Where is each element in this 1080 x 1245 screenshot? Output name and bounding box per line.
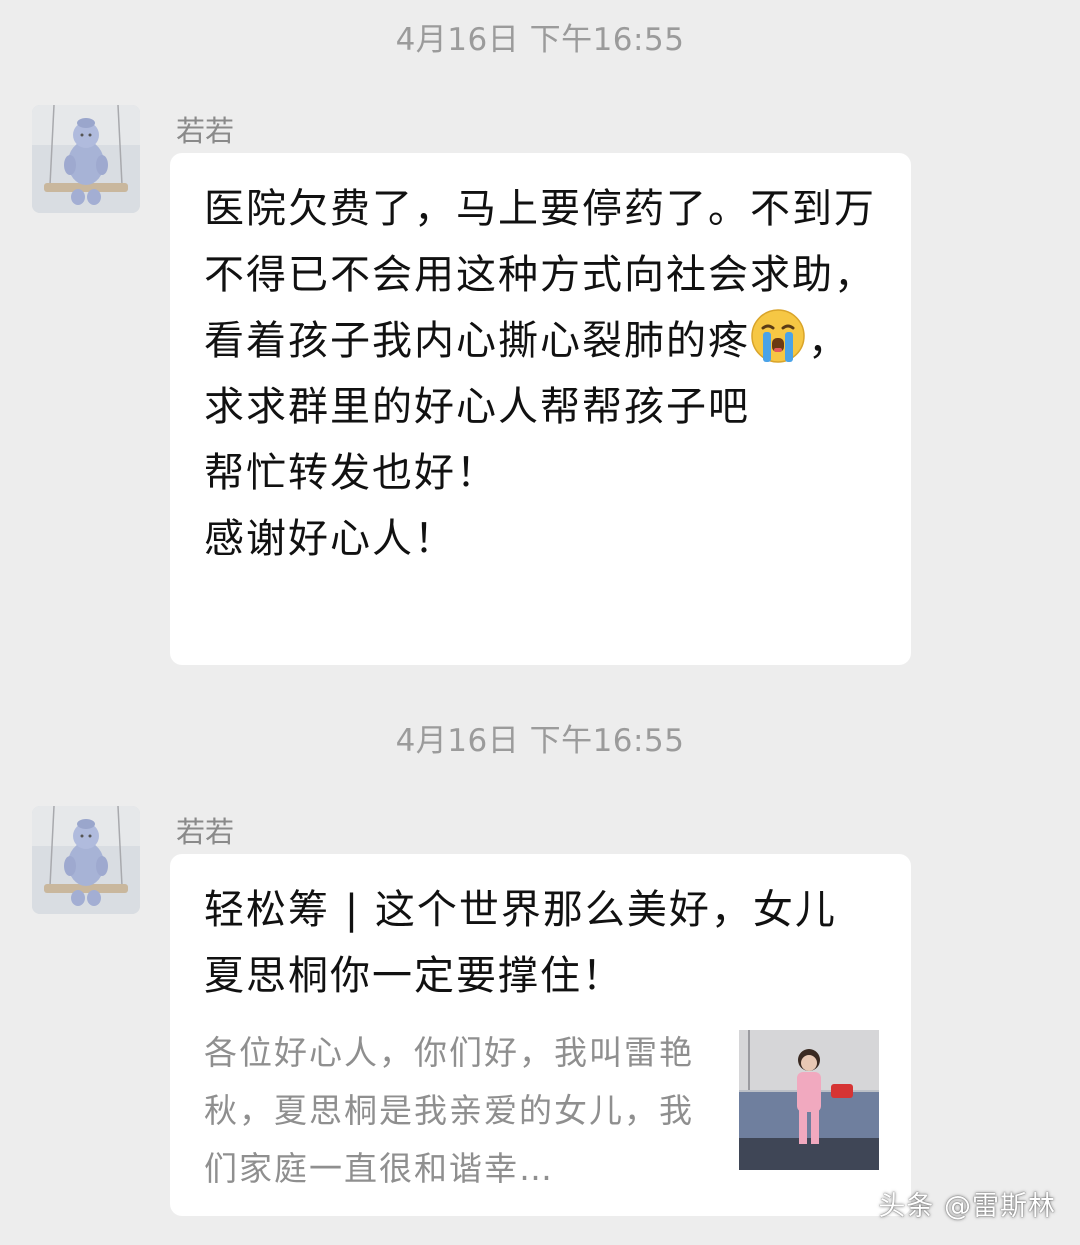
message-bubble[interactable]: 医院欠费了，马上要停药了。不到万不得已不会用这种方式向社会求助，看着孩子我内心撕… — [170, 153, 911, 665]
avatar-image — [32, 806, 140, 914]
link-card[interactable]: 轻松筹 | 这个世界那么美好，女儿夏思桐你一定要撑住！ 各位好心人，你们好，我叫… — [170, 854, 911, 1216]
sender-name: 若若 — [176, 815, 235, 849]
avatar-image — [32, 105, 140, 213]
avatar[interactable] — [32, 806, 140, 914]
timestamp: 4月16日 下午16:55 — [395, 723, 685, 759]
link-card-description: 各位好心人，你们好，我叫雷艳秋，夏思桐是我亲爱的女儿，我们家庭一直很和谐幸… — [204, 1033, 694, 1188]
crying-face-icon — [750, 308, 806, 364]
link-card-title: 轻松筹 | 这个世界那么美好，女儿夏思桐你一定要撑住！ — [204, 887, 837, 999]
timestamp: 4月16日 下午16:55 — [395, 22, 685, 58]
link-card-thumbnail — [739, 1030, 879, 1170]
message-text: 医院欠费了，马上要停药了。不到万不得已不会用这种方式向社会求助，看着孩子我内心撕… — [204, 176, 881, 572]
watermark: 头条 @雷斯林 — [878, 1191, 1056, 1222]
sender-name: 若若 — [176, 114, 235, 148]
avatar[interactable] — [32, 105, 140, 213]
